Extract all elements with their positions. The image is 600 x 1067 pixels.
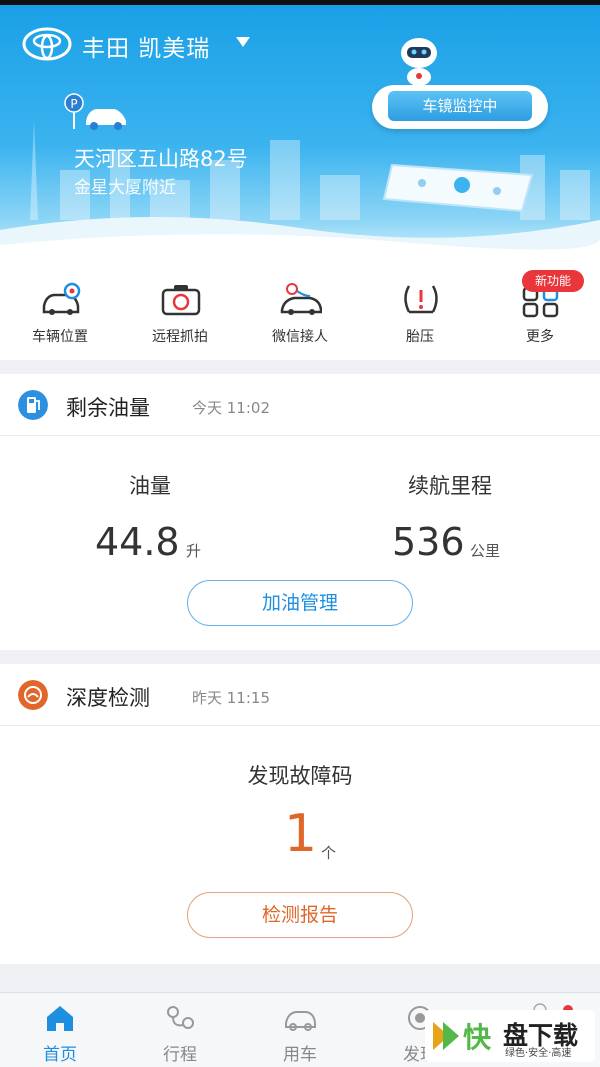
tire-pressure-icon (404, 285, 438, 314)
card-title: 剩余油量 (66, 396, 150, 420)
quick-action-car-location[interactable]: 车辆位置 (0, 260, 120, 360)
camera-icon (161, 285, 201, 316)
fuel-card: 剩余油量 今天 11:02 油量 44.8 升 续航里程 536 公里 加油管理 (0, 374, 600, 650)
fault-code-count: 1 (284, 804, 318, 864)
home-icon (47, 1006, 73, 1031)
location-landmark: 金星大厦附近 (74, 178, 176, 198)
tab-trips[interactable]: 行程 (120, 993, 240, 1067)
header-banner: 丰田 凯美瑞 P 天河区五山路82号 金星大厦附近 车镜监控中 (0, 5, 600, 260)
location-address: 天河区五山路82号 (74, 147, 248, 171)
diagnosis-card: 深度检测 昨天 11:15 发现故障码 1 个 检测报告 (0, 664, 600, 964)
car-location-icon (42, 282, 81, 315)
quick-action-label: 车辆位置 (32, 329, 88, 345)
tab-label: 行程 (163, 1045, 197, 1065)
chevron-down-icon[interactable] (236, 37, 250, 47)
fault-code-unit: 个 (321, 844, 337, 862)
quick-action-label: 更多 (526, 329, 554, 345)
watermark-brand: 快 (463, 1021, 492, 1054)
quick-action-label: 远程抓拍 (152, 329, 208, 345)
range-unit: 公里 (470, 542, 501, 560)
quick-action-remote-capture[interactable]: 远程抓拍 (120, 260, 240, 360)
range-value: 536 (392, 520, 465, 564)
tab-label: 用车 (283, 1045, 317, 1065)
diagnosis-report-button[interactable]: 检测报告 (187, 892, 413, 938)
fault-code-label: 发现故障码 (247, 764, 353, 788)
quick-action-label: 胎压 (406, 329, 434, 345)
diagnosis-icon (18, 680, 48, 710)
range-label: 续航里程 (408, 474, 492, 498)
fuel-value: 44.8 (95, 520, 180, 564)
quick-actions-bar: 车辆位置 远程抓拍 微信接人 胎压 更多 (0, 260, 600, 360)
fuel-label: 油量 (129, 474, 171, 498)
new-feature-badge: 新功能 (522, 270, 584, 292)
refuel-management-button[interactable]: 加油管理 (187, 580, 413, 626)
svg-text:P: P (70, 97, 77, 111)
card-timestamp: 昨天 11:15 (192, 689, 270, 707)
mirror-status-label: 车镜监控中 (388, 91, 532, 121)
toyota-logo-icon (22, 27, 72, 61)
watermark-slogan: 绿色·安全·高速 (505, 1048, 572, 1059)
card-timestamp: 今天 11:02 (192, 399, 270, 417)
car-icon (285, 1011, 316, 1031)
site-watermark: 快 盘下载 绿色·安全·高速 (425, 1010, 595, 1062)
fuel-card-header: 剩余油量 今天 11:02 (0, 374, 600, 436)
quick-action-label: 微信接人 (272, 329, 328, 345)
parking-car-icon: P (64, 93, 126, 130)
quick-action-wechat-pickup[interactable]: 微信接人 (240, 260, 360, 360)
tab-label: 首页 (43, 1045, 77, 1065)
car-selector[interactable]: 丰田 凯美瑞 (82, 29, 210, 63)
fuel-unit: 升 (186, 542, 202, 560)
fuel-pump-icon (18, 390, 48, 420)
rearview-mirror-device: 车镜监控中 (372, 85, 548, 129)
diagnosis-card-header: 深度检测 昨天 11:15 (0, 664, 600, 726)
wechat-car-icon (280, 283, 322, 315)
tab-car[interactable]: 用车 (240, 993, 360, 1067)
robot-mascot-icon (401, 38, 437, 86)
tab-home[interactable]: 首页 (0, 993, 120, 1067)
phone-illustration (382, 163, 534, 213)
route-icon (167, 1006, 194, 1029)
card-title: 深度检测 (66, 686, 150, 710)
quick-action-tire-pressure[interactable]: 胎压 (360, 260, 480, 360)
